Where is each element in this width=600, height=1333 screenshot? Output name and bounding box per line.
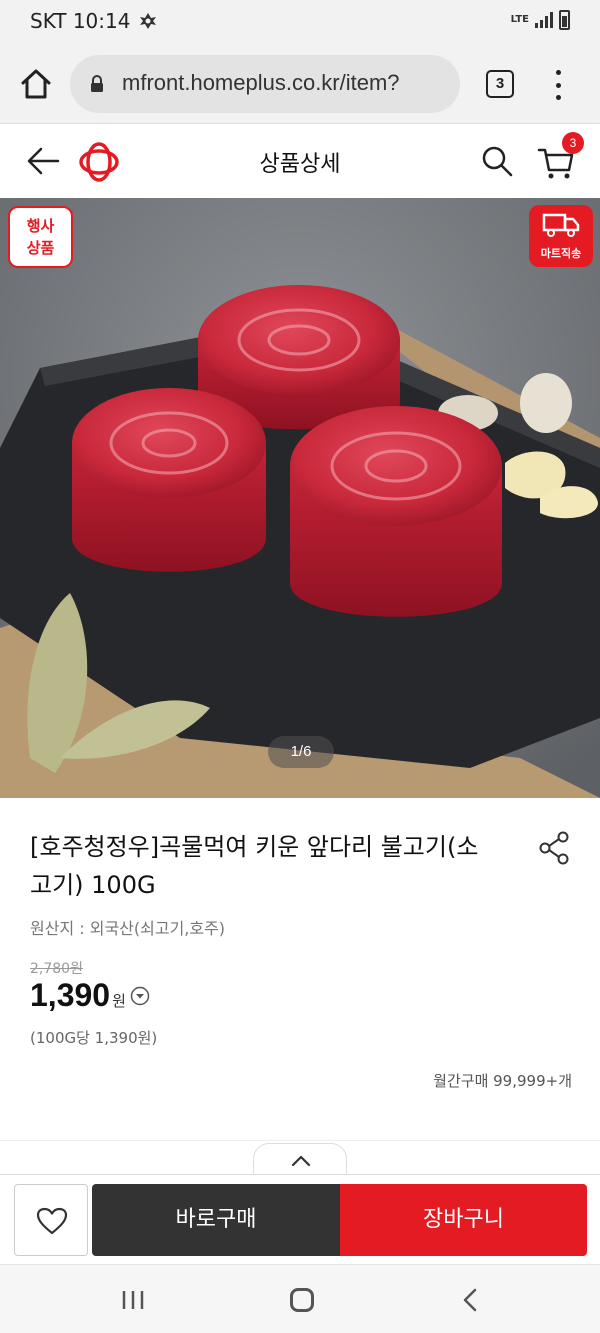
signal-icon bbox=[535, 12, 553, 28]
price-info-icon[interactable] bbox=[130, 986, 150, 1006]
home-nav-icon[interactable] bbox=[290, 1288, 314, 1312]
status-indicators: LTE bbox=[511, 10, 570, 30]
image-counter: 1/6 bbox=[268, 736, 334, 768]
divider bbox=[0, 1140, 600, 1141]
add-to-cart-button[interactable]: 장바구니 bbox=[340, 1184, 587, 1256]
action-bar: 바로구매 장바구니 bbox=[0, 1174, 600, 1264]
lock-icon bbox=[91, 75, 103, 92]
unit-price: (100G당 1,390원) bbox=[30, 1029, 158, 1047]
mart-delivery-badge: 마트직송 bbox=[529, 205, 593, 267]
menu-icon[interactable] bbox=[548, 68, 568, 102]
price-unit: 원 bbox=[112, 992, 126, 1010]
buy-now-button[interactable]: 바로구매 bbox=[92, 1184, 340, 1256]
browser-toolbar: mfront.homeplus.co.kr/item? 3 bbox=[0, 44, 600, 124]
truck-icon bbox=[542, 213, 580, 237]
monthly-sales: 월간구매 99,999+개 bbox=[433, 1072, 572, 1090]
heart-icon bbox=[36, 1207, 68, 1235]
tab-count-button[interactable]: 3 bbox=[486, 70, 514, 98]
notification-icon bbox=[140, 13, 156, 29]
recent-apps-icon[interactable] bbox=[120, 1289, 146, 1311]
network-label: LTE bbox=[510, 14, 529, 25]
status-time: SKT 10:14 bbox=[30, 9, 131, 33]
event-badge-label: 행사 상품 bbox=[26, 217, 55, 257]
price-row: 1,390 원 bbox=[30, 977, 150, 1014]
chevron-up-icon bbox=[291, 1155, 311, 1167]
origin-text: 원산지 : 외국산(쇠고기,호주) bbox=[30, 919, 226, 938]
event-product-badge: 행사 상품 bbox=[8, 206, 73, 268]
system-nav-bar bbox=[0, 1264, 600, 1333]
url-field[interactable]: mfront.homeplus.co.kr/item? bbox=[70, 55, 460, 113]
product-photo bbox=[0, 198, 600, 798]
share-icon[interactable] bbox=[536, 830, 572, 866]
sale-price: 1,390 bbox=[30, 977, 111, 1013]
collapse-tab[interactable] bbox=[253, 1143, 347, 1175]
product-title: [호주청정우]곡물먹여 키운 앞다리 불고기(소고기) 100G bbox=[30, 833, 479, 899]
cart-count-badge: 3 bbox=[562, 132, 584, 154]
search-icon[interactable] bbox=[480, 144, 514, 178]
battery-icon bbox=[559, 10, 570, 30]
mart-delivery-label: 마트직송 bbox=[540, 247, 582, 260]
status-bar: SKT 10:14 LTE bbox=[0, 0, 600, 44]
product-image-carousel[interactable]: 행사 상품 마트직송 1/6 bbox=[0, 198, 600, 798]
original-price: 2,780원 bbox=[30, 961, 83, 977]
app-header: 상품상세 bbox=[0, 124, 600, 198]
home-icon[interactable] bbox=[18, 66, 54, 102]
back-nav-icon[interactable] bbox=[460, 1287, 480, 1313]
wishlist-button[interactable] bbox=[14, 1184, 88, 1256]
url-text: mfront.homeplus.co.kr/item? bbox=[122, 70, 400, 95]
